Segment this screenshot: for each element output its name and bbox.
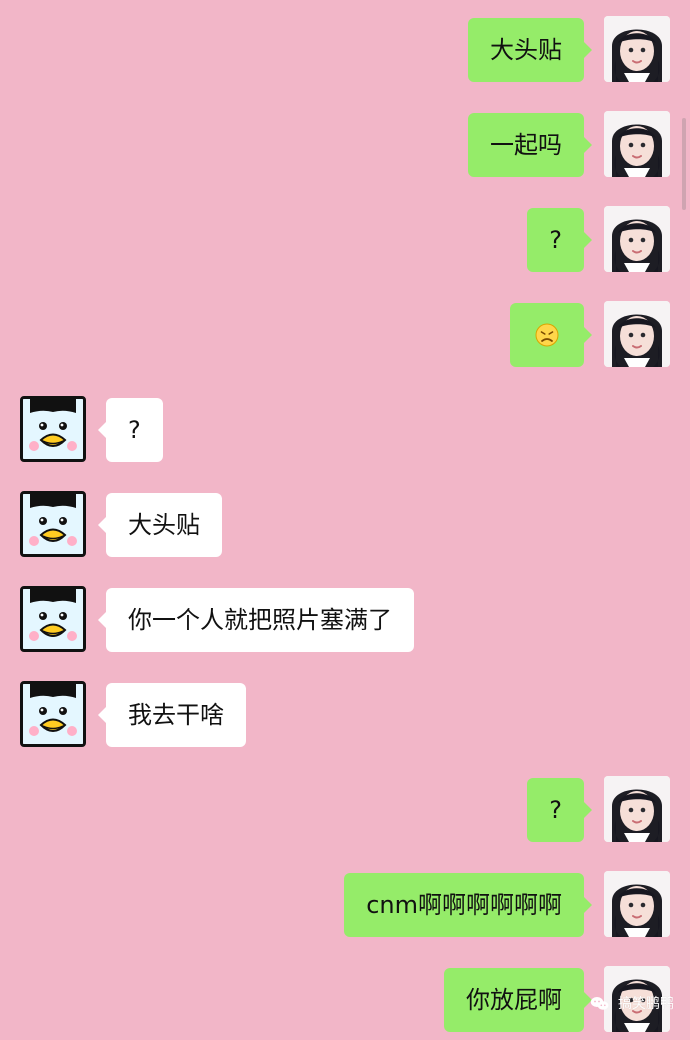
message-bubble[interactable]: ?	[98, 398, 163, 462]
sad-face-emoji-icon	[533, 321, 561, 349]
wechat-icon	[588, 992, 612, 1016]
message-row: 我去干啥	[20, 681, 670, 751]
message-row: 大头贴	[20, 491, 670, 561]
message-row: 大头贴	[20, 16, 670, 86]
chat-thread: 大头贴 一起吗 ? ? 大头贴 你一个人就把照片塞满了 我去干啥 ? cnm啊啊…	[0, 0, 690, 1040]
penguin-avatar-icon[interactable]	[20, 681, 86, 747]
girl-avatar-icon[interactable]	[604, 301, 670, 367]
message-row: 一起吗	[20, 111, 670, 181]
message-bubble[interactable]: ?	[527, 778, 592, 842]
message-row: 你放屁啊	[20, 966, 670, 1036]
penguin-avatar-icon[interactable]	[20, 491, 86, 557]
message-bubble[interactable]: 一起吗	[468, 113, 592, 177]
message-bubble[interactable]: cnm啊啊啊啊啊啊	[344, 873, 592, 937]
message-row: ?	[20, 776, 670, 846]
watermark-text: 搞笑鹏鸭	[618, 996, 674, 1012]
message-row: cnm啊啊啊啊啊啊	[20, 871, 670, 941]
watermark: 搞笑鹏鸭	[588, 992, 674, 1016]
message-row	[20, 301, 670, 371]
message-bubble[interactable]: 大头贴	[468, 18, 592, 82]
penguin-avatar-icon[interactable]	[20, 396, 86, 462]
message-bubble[interactable]: 我去干啥	[98, 683, 246, 747]
emoji-message-bubble[interactable]	[510, 303, 592, 367]
message-bubble[interactable]: ?	[527, 208, 592, 272]
message-bubble[interactable]: 大头贴	[98, 493, 222, 557]
girl-avatar-icon[interactable]	[604, 871, 670, 937]
message-row: 你一个人就把照片塞满了	[20, 586, 670, 656]
girl-avatar-icon[interactable]	[604, 16, 670, 82]
message-bubble[interactable]: 你一个人就把照片塞满了	[98, 588, 414, 652]
message-row: ?	[20, 396, 670, 466]
scrollbar[interactable]	[682, 118, 686, 210]
penguin-avatar-icon[interactable]	[20, 586, 86, 652]
girl-avatar-icon[interactable]	[604, 206, 670, 272]
girl-avatar-icon[interactable]	[604, 776, 670, 842]
girl-avatar-icon[interactable]	[604, 111, 670, 177]
message-bubble[interactable]: 你放屁啊	[444, 968, 592, 1032]
message-row: ?	[20, 206, 670, 276]
